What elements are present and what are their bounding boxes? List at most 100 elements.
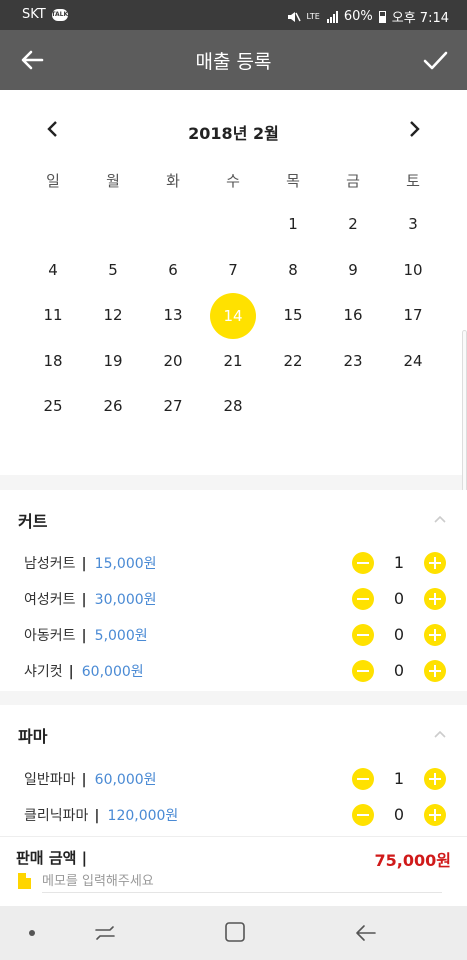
calendar-day[interactable]: 16 xyxy=(323,293,383,338)
next-month-chevron-icon[interactable] xyxy=(403,118,425,140)
day-number: 4 xyxy=(48,260,58,279)
calendar-day[interactable]: 27 xyxy=(143,384,203,429)
service-name: 샤기컷 xyxy=(24,664,63,680)
calendar-day[interactable]: 1 xyxy=(263,202,323,247)
calendar-day[interactable]: 7 xyxy=(203,248,263,293)
calendar-day[interactable]: 6 xyxy=(143,248,203,293)
decrease-button[interactable] xyxy=(352,624,374,646)
calendar-day[interactable]: 15 xyxy=(263,293,323,338)
calendar-day[interactable]: 28 xyxy=(203,384,263,429)
service-name: 여성커트 xyxy=(24,592,76,608)
day-number: 1 xyxy=(288,215,298,233)
divider: | xyxy=(68,664,74,680)
service-name: 아동커트 xyxy=(24,628,76,644)
day-number: 23 xyxy=(343,351,363,370)
day-number: 13 xyxy=(163,306,183,324)
increase-button[interactable] xyxy=(424,552,446,574)
calendar-day[interactable]: 9 xyxy=(323,248,383,293)
day-number: 19 xyxy=(103,351,123,370)
weekday-label: 일 xyxy=(46,172,60,190)
day-number: 24 xyxy=(403,351,423,370)
increase-button[interactable] xyxy=(424,768,446,790)
calendar-day[interactable]: 22 xyxy=(263,339,323,384)
day-number: 25 xyxy=(43,397,63,415)
calendar-day[interactable]: 19 xyxy=(83,339,143,384)
decrease-button[interactable] xyxy=(352,768,374,790)
calendar-day[interactable]: 12 xyxy=(83,293,143,338)
memo-input[interactable] xyxy=(42,871,442,893)
day-number: 3 xyxy=(408,215,418,233)
day-number: 15 xyxy=(283,306,303,324)
calendar-day[interactable]: 17 xyxy=(383,293,443,338)
system-back-icon[interactable] xyxy=(354,921,378,945)
calendar-day[interactable]: 21 xyxy=(203,339,263,384)
increase-button[interactable] xyxy=(424,624,446,646)
decrease-button[interactable] xyxy=(352,804,374,826)
recent-apps-icon[interactable] xyxy=(93,921,117,945)
service-price: 60,000원 xyxy=(81,664,144,680)
calendar-month-label: 2018년 2월 xyxy=(188,124,279,143)
service-price: 15,000원 xyxy=(94,556,157,572)
calendar-day[interactable]: 10 xyxy=(383,248,443,293)
calendar-day[interactable]: 26 xyxy=(83,384,143,429)
memo-note-icon xyxy=(18,873,31,889)
day-number: 16 xyxy=(343,306,363,324)
calendar-day-selected[interactable]: 14 xyxy=(203,293,263,339)
day-number: 27 xyxy=(163,397,183,415)
system-nav-bar xyxy=(0,906,467,960)
quantity-value: 1 xyxy=(393,553,405,572)
carrier-label: SKT xyxy=(22,7,46,22)
service-row: 남성커트 | 15,000원 1 xyxy=(0,545,467,581)
decrease-button[interactable] xyxy=(352,552,374,574)
calendar-day[interactable]: 23 xyxy=(323,339,383,384)
day-number: 12 xyxy=(103,306,123,324)
day-number: 18 xyxy=(43,351,63,370)
service-price: 5,000원 xyxy=(94,628,148,644)
nav-dot-icon[interactable] xyxy=(29,930,35,936)
calendar-day[interactable]: 8 xyxy=(263,248,323,293)
service-row: 클리닉파마 | 120,000원 0 xyxy=(0,797,467,833)
increase-button[interactable] xyxy=(424,660,446,682)
clock: 오후 7:14 xyxy=(391,11,449,26)
service-row: 샤기컷 | 60,000원 0 xyxy=(0,653,467,689)
day-number: 22 xyxy=(283,351,303,370)
weekday-label: 월 xyxy=(106,172,120,190)
service-name: 남성커트 xyxy=(24,556,76,572)
divider: | xyxy=(81,628,87,644)
increase-button[interactable] xyxy=(424,588,446,610)
quantity-value: 0 xyxy=(393,805,405,824)
confirm-check-icon[interactable] xyxy=(419,44,451,76)
weekday-label: 화 xyxy=(166,172,180,190)
collapse-chevron-up-icon[interactable] xyxy=(433,514,447,524)
day-number: 28 xyxy=(223,397,243,415)
service-name: 일반파마 xyxy=(24,772,76,788)
weekday-label: 목 xyxy=(286,172,300,190)
calendar-day[interactable]: 11 xyxy=(23,293,83,338)
divider: | xyxy=(81,592,87,608)
calendar-day[interactable]: 5 xyxy=(83,248,143,293)
calendar-day[interactable]: 13 xyxy=(143,293,203,338)
collapse-chevron-up-icon[interactable] xyxy=(433,729,447,739)
increase-button[interactable] xyxy=(424,804,446,826)
calendar-day[interactable]: 25 xyxy=(23,384,83,429)
signal-icon xyxy=(326,10,338,23)
day-number: 7 xyxy=(228,260,238,279)
decrease-button[interactable] xyxy=(352,588,374,610)
calendar-day[interactable]: 3 xyxy=(383,202,443,247)
decrease-button[interactable] xyxy=(352,660,374,682)
weekday-label: 수 xyxy=(226,172,240,190)
day-number: 2 xyxy=(348,215,358,233)
home-icon[interactable] xyxy=(224,921,246,943)
calendar-day[interactable]: 24 xyxy=(383,339,443,384)
quantity-value: 1 xyxy=(393,769,405,788)
kakaotalk-notification-icon: TALK xyxy=(51,8,68,21)
calendar-day[interactable]: 4 xyxy=(23,248,83,293)
calendar-day[interactable]: 2 xyxy=(323,202,383,247)
service-price: 30,000원 xyxy=(94,592,157,608)
day-number: 17 xyxy=(403,306,423,324)
sale-summary: 판매 금액 | 75,000원 xyxy=(0,836,467,906)
sale-amount-value: 75,000원 xyxy=(374,851,451,870)
calendar-day[interactable]: 18 xyxy=(23,339,83,384)
service-row: 일반파마 | 60,000원 1 xyxy=(0,761,467,797)
calendar-day[interactable]: 20 xyxy=(143,339,203,384)
